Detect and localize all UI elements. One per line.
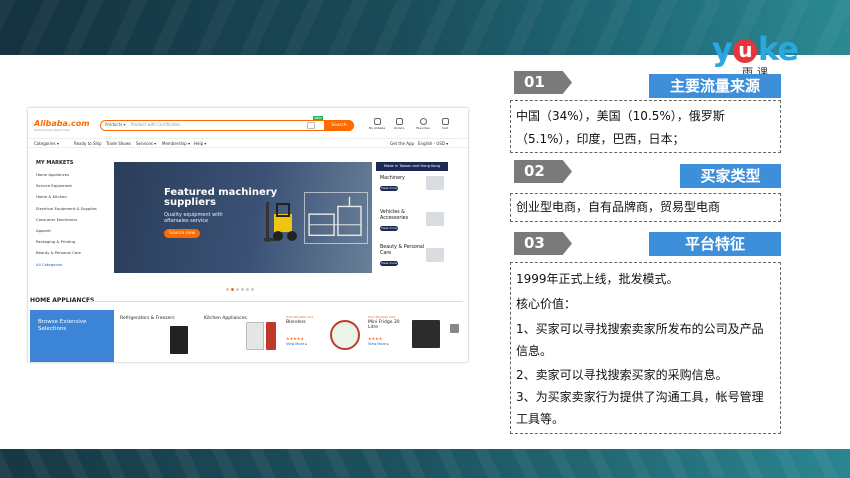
section-text-line: 核心价值： [516,297,577,311]
logo-u-mark: u [732,39,757,63]
machinery-thumbnail [426,176,444,190]
side-category[interactable]: Beauty & Personal Care [380,245,424,257]
alibaba-tagline: Global trade starts here [34,128,70,132]
section-text-line: （5.1%），印度，巴西，日本； [516,132,685,146]
section-title: 平台特征 [649,232,781,256]
hot-selling-card[interactable]: HOT SELLING LIST Blenders ★★★★★ View Mor… [286,310,366,362]
nav-language[interactable]: English - USD ▾ [418,141,448,146]
bottom-banner [0,449,850,478]
region-tag: Made in Taiwan and Hong Kong [376,162,448,171]
logo-word: y u ke [712,30,799,68]
orders-icon [395,118,403,125]
favorites-link[interactable]: Favorites [412,118,434,134]
market-item[interactable]: Beauty & Personal Care [36,250,81,255]
view-more-button[interactable]: View more [380,261,398,266]
user-icon [373,118,381,125]
market-item[interactable]: Home & Kitchen [36,194,67,199]
region-promo-column: Made in Taiwan and Hong Kong Machinery V… [376,162,448,273]
banner-subtitle: Quality equipment with aftersales service [164,212,223,224]
alibaba-nav: Categories ▾ Ready to Ship Trade Shows S… [28,138,468,148]
nav-trade-shows[interactable]: Trade Shows [106,141,131,146]
section-number-badge: 02 [514,160,572,183]
my-alibaba-link[interactable]: My Alibaba [366,118,388,134]
home-appliances-title: HOME APPLIANCES [30,297,95,304]
side-category[interactable]: Vehicles & Accessories [380,210,408,222]
alibaba-header: Alibaba.com Global trade starts here NEW… [28,108,468,138]
section-text-line: 1、买家可以寻找搜索卖家所发布的公司及产品 [516,322,764,336]
category-card[interactable]: Kitchen Appliances [200,310,282,362]
header-icons: My Alibaba Orders Favorites Cart [366,118,466,134]
blender-image [330,320,360,350]
market-item[interactable]: Packaging & Printing [36,239,75,244]
market-item[interactable]: Apparel [36,228,51,233]
view-more-link[interactable]: View More ▸ [368,342,389,346]
nav-membership[interactable]: Membership ▾ [162,141,190,146]
section-text-line: 创业型电商，自有品牌商，贸易型电商 [516,200,721,214]
alibaba-search-box[interactable]: Products ▾ Product with Certificates [100,120,354,131]
section-title: 买家类型 [680,164,781,188]
section-number-badge: 03 [514,232,572,255]
section-text-line: 中国（34%），美国（10.5%），俄罗斯 [516,109,725,123]
alibaba-logo[interactable]: Alibaba.com [34,119,90,128]
section-number-badge: 01 [514,71,572,94]
nav-ready-to-ship[interactable]: Ready to Ship [74,141,102,146]
my-markets-menu: MY MARKETS Home Appliances Service Equip… [30,158,104,273]
carousel-dots[interactable] [226,276,266,291]
section-title: 主要流量来源 [649,74,781,98]
nav-get-app[interactable]: Get the App [390,141,414,146]
market-item[interactable]: Consumer Electronics [36,217,77,222]
cart-link[interactable]: Cart [434,118,456,134]
hot-selling-card[interactable]: HOT SELLING LIST Mini Fridge 20 Litre ★★★… [368,310,448,362]
browse-selections-card[interactable]: Browse Extensive Selections [30,310,114,362]
mini-fridge-image [412,320,440,348]
appliance-image [266,322,276,350]
section-text-line: 2、卖家可以寻找搜索买家的采购信息。 [516,368,728,382]
orders-link[interactable]: Orders [388,118,410,134]
machinery-icon [304,192,368,244]
appliance-image [246,322,264,350]
section-text-line: 3、为买家卖家行为提供了沟通工具，帐号管理 [516,390,764,404]
search-button[interactable]: Search [324,120,354,131]
nav-help[interactable]: Help ▾ [194,141,206,146]
camera-icon[interactable] [307,122,315,129]
featured-machinery-banner[interactable]: Featured machinery suppliers Quality equi… [114,162,372,273]
search-category-select[interactable]: Products ▾ [105,122,126,127]
section-divider [88,301,463,302]
cart-icon [441,118,449,125]
side-category[interactable]: Machinery [380,176,405,182]
vehicle-thumbnail [426,212,444,226]
search-input[interactable]: Product with Certificates [131,122,180,127]
forklift-icon [264,202,297,242]
my-markets-title: MY MARKETS [36,160,74,166]
market-item[interactable]: Home Appliances [36,172,69,177]
beauty-thumbnail [426,248,444,262]
category-card[interactable]: Refrigerators & Freezers [116,310,198,362]
rating-stars: ★★★★★ [286,336,304,341]
section-text-line: 信息。 [516,344,553,358]
all-categories-link[interactable]: All Categories [36,262,62,267]
nav-categories[interactable]: Categories ▾ [34,141,59,146]
heart-icon [419,118,427,125]
nav-services[interactable]: Services ▾ [136,141,156,146]
section-text-line: 工具等。 [516,412,565,426]
browse-card-text: Browse Extensive Selections [38,319,87,332]
view-more-button[interactable]: View more [380,226,398,231]
banner-headline: Featured machinery suppliers [164,187,278,208]
yuke-logo: y u ke 雨课 [712,30,802,80]
source-now-button[interactable]: Source now [164,229,200,238]
section-text-line: 1999年正式上线，批发模式。 [516,272,679,286]
alibaba-screenshot: Alibaba.com Global trade starts here NEW… [28,108,468,362]
market-item[interactable]: Service Equipment [36,183,72,188]
fridge-image [170,326,188,354]
rating-stars: ★★★★ [368,336,383,341]
scroll-to-top-button[interactable] [450,324,459,333]
view-more-button[interactable]: View more [380,186,398,191]
view-more-link[interactable]: View More ▸ [286,342,307,346]
market-item[interactable]: Electrical Equipment & Supplies [36,206,97,211]
